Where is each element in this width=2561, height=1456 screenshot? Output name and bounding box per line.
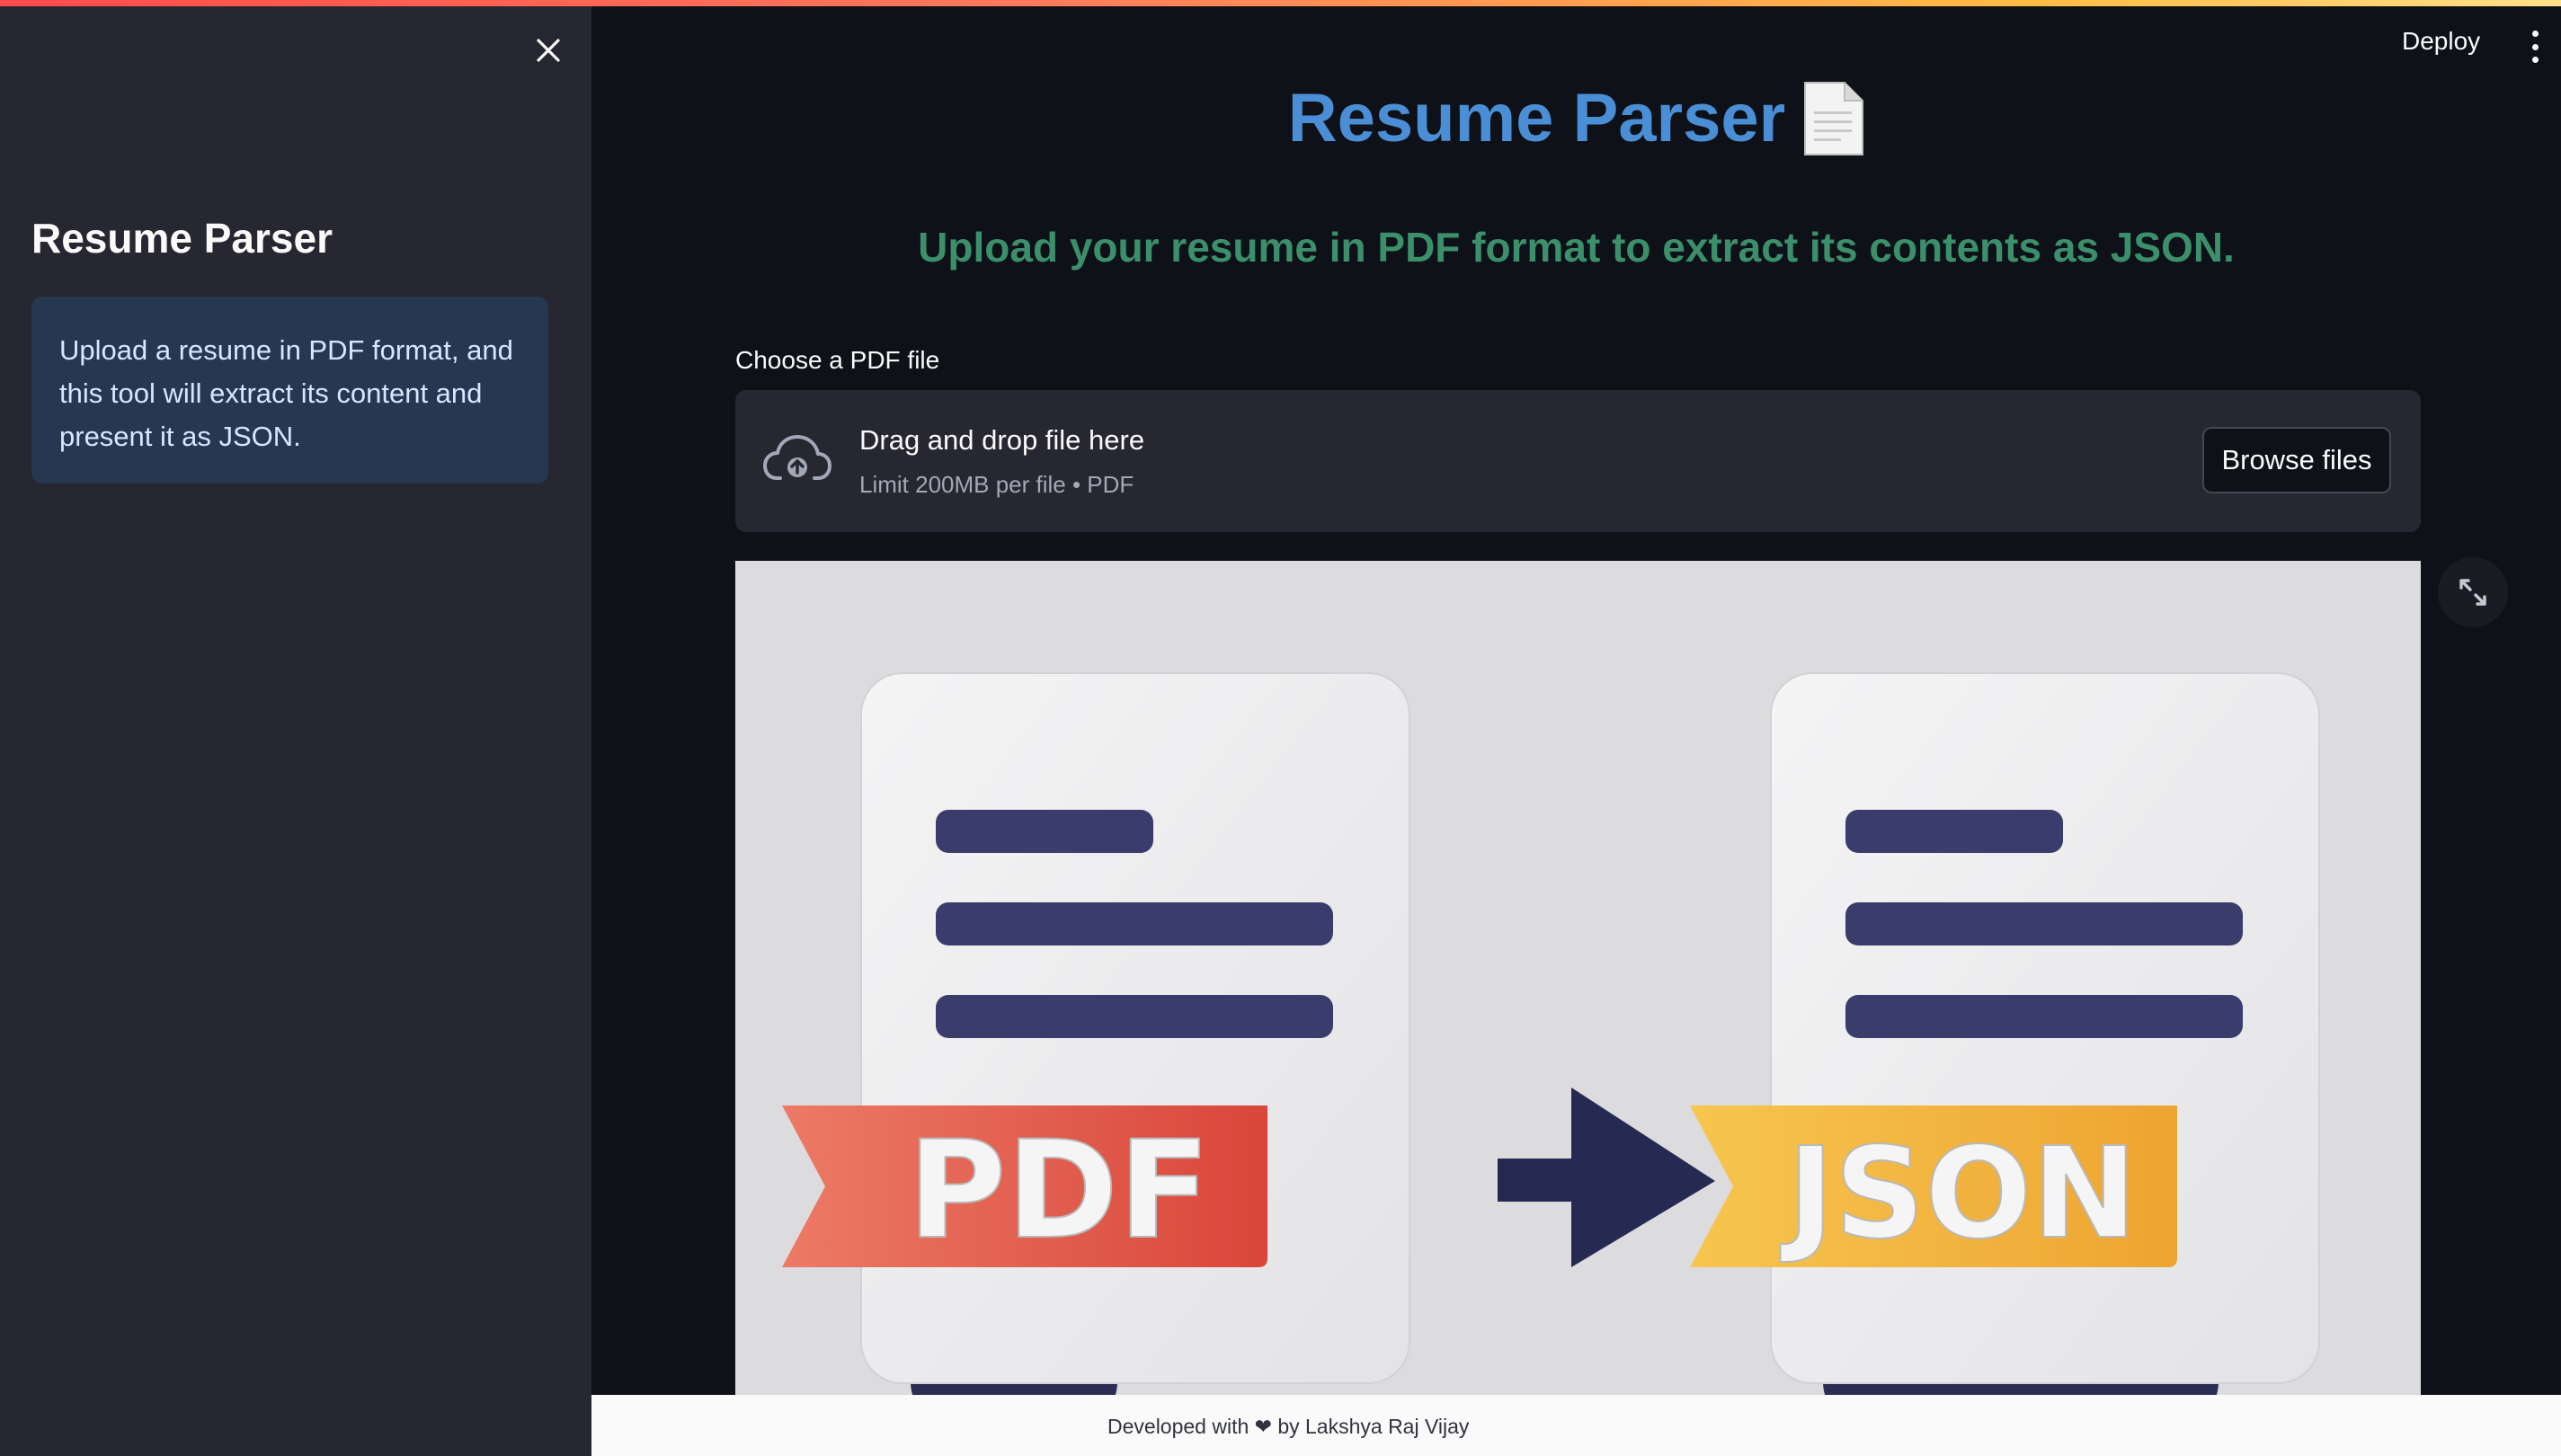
deploy-button[interactable]: Deploy bbox=[2402, 27, 2480, 56]
dropzone-instructions: Drag and drop file here bbox=[859, 424, 1145, 456]
sidebar-title: Resume Parser bbox=[31, 215, 333, 262]
page-title-text: Resume Parser bbox=[1287, 80, 1786, 156]
top-decoration-bar bbox=[0, 0, 2561, 6]
page-facing-up-icon bbox=[1801, 81, 1864, 156]
footer-prefix: Developed with bbox=[1107, 1415, 1249, 1438]
page-title: Resume Parser bbox=[591, 79, 2561, 157]
sidebar: Resume Parser Upload a resume in PDF for… bbox=[0, 0, 591, 1456]
browse-files-button[interactable]: Browse files bbox=[2202, 427, 2391, 493]
more-vert-icon[interactable] bbox=[2524, 31, 2546, 63]
sidebar-info-box: Upload a resume in PDF format, and this … bbox=[31, 297, 548, 484]
footer-suffix: by Lakshya Raj Vijay bbox=[1277, 1415, 1470, 1438]
pdf-badge-label: PDF bbox=[908, 1113, 1211, 1269]
file-dropzone[interactable]: Drag and drop file here Limit 200MB per … bbox=[735, 390, 2421, 532]
arrow-right-icon bbox=[1498, 1088, 1715, 1267]
pdf-document-icon: PDF bbox=[782, 672, 1410, 1397]
json-badge-label: JSON bbox=[1780, 1121, 2137, 1267]
pdf-to-json-illustration: PDF JSON bbox=[735, 561, 2421, 1397]
fullscreen-icon[interactable] bbox=[2438, 557, 2508, 627]
page-subtitle: Upload your resume in PDF format to extr… bbox=[918, 224, 2235, 271]
close-icon[interactable] bbox=[532, 34, 565, 67]
dropzone-limit: Limit 200MB per file • PDF bbox=[859, 471, 1134, 498]
heart-icon: ❤ bbox=[1254, 1415, 1272, 1438]
footer: Developed with ❤ by Lakshya Raj Vijay bbox=[591, 1395, 2561, 1456]
json-document-icon: JSON bbox=[1690, 672, 2320, 1397]
uploader-label: Choose a PDF file bbox=[735, 346, 940, 374]
cloud-upload-icon bbox=[762, 431, 832, 489]
footer-credit: Developed with ❤ by Lakshya Raj Vijay bbox=[1107, 1415, 1469, 1439]
